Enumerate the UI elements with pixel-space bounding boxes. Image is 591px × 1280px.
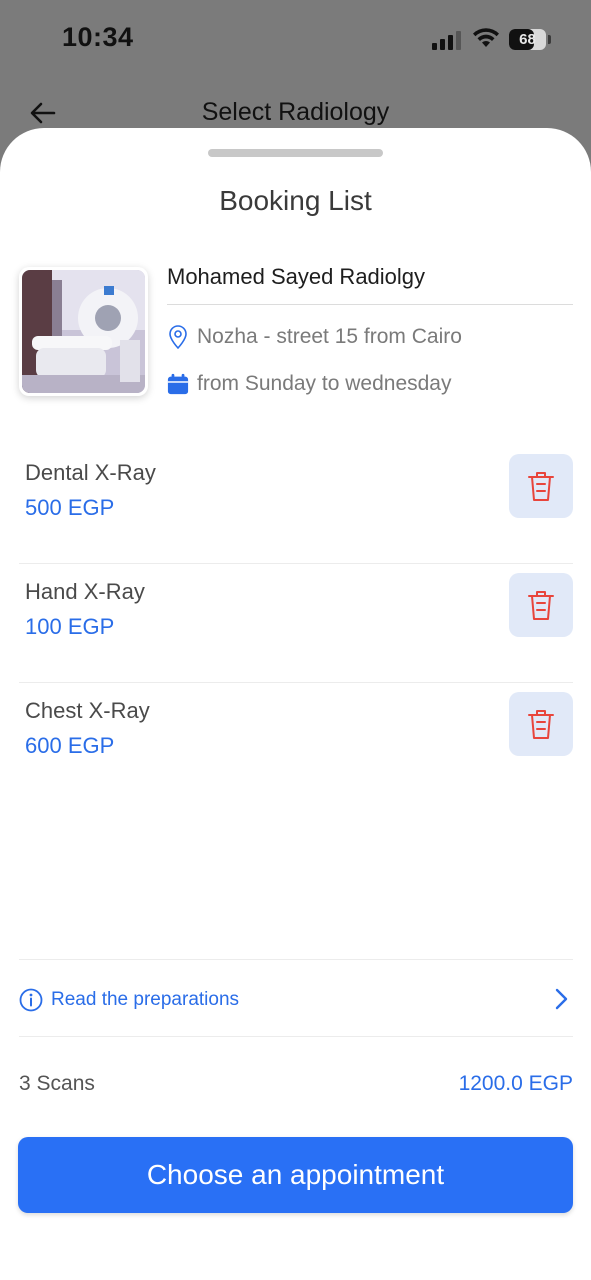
arrow-left-icon[interactable] [28, 98, 58, 128]
trash-icon [528, 710, 554, 739]
delete-scan-button[interactable] [509, 692, 573, 756]
divider [19, 1036, 573, 1037]
info-circle-icon [19, 988, 43, 1012]
sheet-drag-handle[interactable] [208, 149, 383, 157]
scan-name: Chest X-Ray [25, 698, 150, 723]
radiology-center-photo [19, 267, 148, 396]
center-name: Mohamed Sayed Radiolgy [167, 264, 426, 289]
list-item: Hand X-Ray 100 EGP [19, 565, 573, 683]
battery-cap [548, 35, 551, 44]
delete-scan-button[interactable] [509, 573, 573, 637]
choose-appointment-button[interactable]: Choose an appointment [18, 1137, 573, 1213]
list-item: Dental X-Ray 500 EGP [19, 446, 573, 564]
scan-price: 500 EGP [25, 495, 115, 520]
battery-icon: 68 [509, 29, 546, 50]
divider [167, 304, 573, 305]
center-schedule: from Sunday to wednesday [197, 372, 452, 395]
center-schedule-row: from Sunday to wednesday [167, 372, 451, 396]
read-preparations-link[interactable]: Read the preparations [19, 983, 573, 1017]
sheet-title: Booking List [219, 185, 372, 216]
scan-name: Hand X-Ray [25, 579, 145, 604]
scan-name: Dental X-Ray [25, 460, 156, 485]
scan-price: 100 EGP [25, 614, 115, 639]
scan-price: 600 EGP [25, 733, 115, 758]
trash-icon [528, 472, 554, 501]
center-address: Nozha - street 15 from Cairo [197, 325, 462, 348]
delete-scan-button[interactable] [509, 454, 573, 518]
center-address-row: Nozha - street 15 from Cairo [167, 325, 462, 349]
booking-sheet: Booking List Mohamed Sayed Radiolgy Nozh… [0, 128, 591, 1280]
cellular-signal-icon [432, 30, 462, 50]
battery-percent: 68 [519, 31, 536, 48]
total-price: 1200.0 EGP [458, 1072, 573, 1095]
chevron-right-icon [555, 988, 568, 1010]
divider [19, 959, 573, 960]
preparations-label: Read the preparations [51, 989, 240, 1010]
status-bar: 10:34 68 [0, 0, 591, 80]
list-item: Chest X-Ray 600 EGP [19, 684, 573, 802]
divider [19, 682, 573, 683]
background-page-title: Select Radiology [201, 98, 390, 126]
status-time: 10:34 [62, 22, 134, 52]
wifi-icon [473, 28, 499, 47]
trash-icon [528, 591, 554, 620]
map-pin-icon [167, 325, 189, 349]
scans-count: 3 Scans [19, 1072, 95, 1095]
calendar-icon [167, 372, 189, 396]
divider [19, 563, 573, 564]
